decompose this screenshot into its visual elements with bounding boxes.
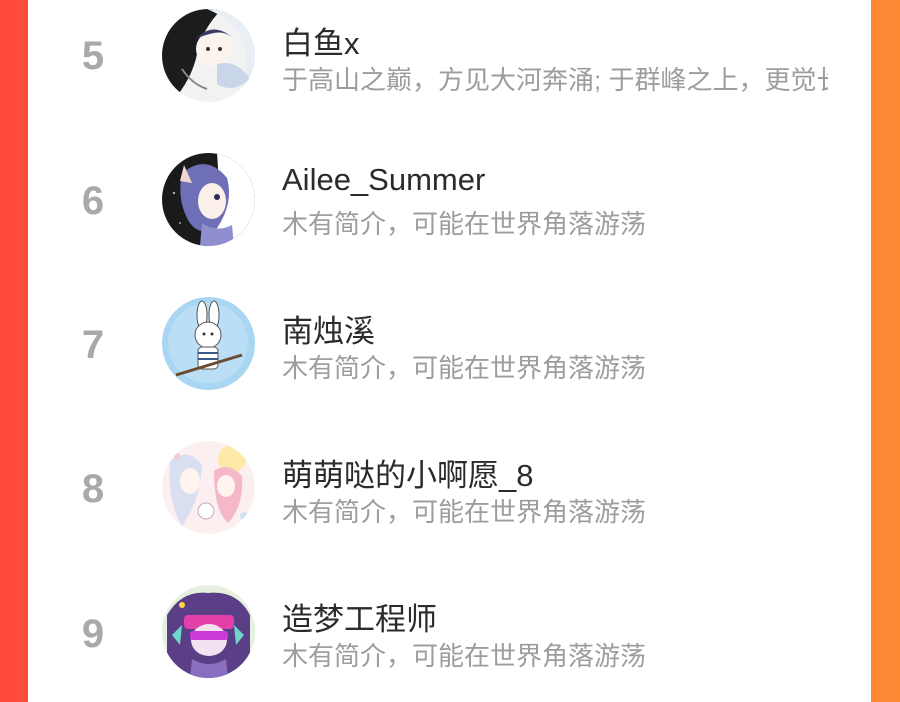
list-item[interactable]: 8 萌萌哒的小啊愿_8 木有简介，可能在世界角落游荡	[28, 432, 871, 576]
avatar[interactable]	[162, 297, 255, 390]
rank-number: 7	[81, 323, 105, 367]
user-name[interactable]: 造梦工程师	[282, 594, 437, 639]
user-bio: 木有简介，可能在世界角落游荡	[282, 497, 647, 527]
user-bio: 于高山之巅，方见大河奔涌; 于群峰之上，更觉长风浩荡	[282, 65, 828, 95]
list-item[interactable]: 9 造梦工程师 木有简介，可能在世界角落游荡	[28, 576, 871, 702]
user-name[interactable]: 南烛溪	[282, 306, 375, 351]
avatar[interactable]	[162, 441, 255, 534]
user-name[interactable]: 白鱼x	[282, 18, 360, 63]
user-bio: 木有简介，可能在世界角落游荡	[282, 641, 647, 671]
user-name[interactable]: 萌萌哒的小啊愿_8	[282, 450, 533, 495]
avatar[interactable]	[162, 585, 255, 678]
user-bio: 木有简介，可能在世界角落游荡	[282, 353, 647, 383]
user-bio: 木有简介，可能在世界角落游荡	[282, 209, 647, 239]
list-item[interactable]: 7 南烛溪 木有简介，可能在世界角落游荡	[28, 288, 871, 432]
list-item[interactable]: 6 Ailee_Summer 木有简介，可能在世界角落游荡	[28, 144, 871, 288]
user-name[interactable]: Ailee_Summer	[282, 162, 485, 198]
list-item[interactable]: 5 白鱼x 于高山之巅，方见大河奔涌; 于群峰之上，更觉长风浩荡	[28, 0, 871, 144]
rank-number: 5	[81, 34, 105, 78]
rank-number: 9	[81, 612, 105, 656]
rank-number: 6	[81, 179, 105, 223]
rank-number: 8	[81, 467, 105, 511]
avatar[interactable]	[162, 9, 255, 102]
avatar[interactable]	[162, 153, 255, 246]
ranking-list: 5 白鱼x 于高山之巅，方见大河奔涌; 于群峰之上，更觉长风浩荡 6	[28, 0, 871, 702]
